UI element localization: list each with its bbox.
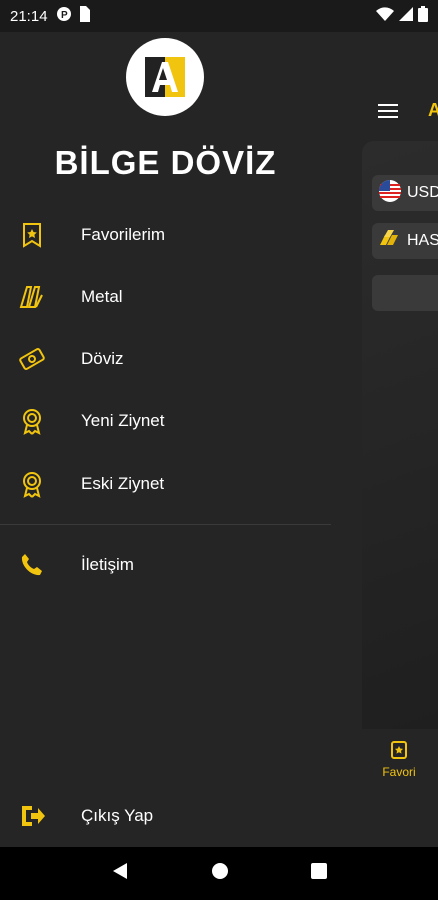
logout-icon: [18, 802, 46, 830]
nav-item-iletisim[interactable]: İletişim: [0, 537, 331, 593]
nav-label: Favorilerim: [81, 225, 166, 244]
banknote-icon: [18, 345, 46, 373]
divider: [0, 524, 331, 525]
app-logo: [126, 38, 204, 116]
back-button[interactable]: [111, 862, 129, 885]
tab-favori[interactable]: Favori: [378, 740, 420, 779]
chip-label: USD: [407, 184, 438, 201]
sim-card-icon: [78, 5, 90, 27]
us-flag-icon: [378, 179, 402, 208]
home-button[interactable]: [211, 862, 229, 885]
nav-item-metal[interactable]: Metal: [0, 269, 331, 325]
tab-favori-label: Favori: [382, 765, 416, 779]
notification-icon: P: [56, 6, 72, 27]
nav-item-favorilerim[interactable]: Favorilerim: [0, 207, 331, 263]
status-bar: 21:14 P: [0, 0, 438, 32]
logout-button[interactable]: Çıkış Yap: [0, 788, 331, 844]
nav-label: Yeni Ziynet: [81, 411, 165, 430]
bookmark-star-icon: [18, 221, 46, 249]
hamburger-menu-icon[interactable]: [378, 104, 398, 120]
nav-item-doviz[interactable]: Döviz: [0, 331, 331, 387]
nav-item-eski-ziynet[interactable]: Eski Ziynet: [0, 456, 331, 512]
wifi-icon: [376, 6, 394, 26]
svg-text:P: P: [61, 10, 68, 21]
app-title-fragment: A: [428, 100, 438, 120]
nav-label: Eski Ziynet: [81, 474, 165, 493]
nav-label: Metal: [81, 287, 123, 306]
currency-chip-has[interactable]: HAS: [372, 223, 438, 259]
system-navigation-bar: [0, 847, 438, 900]
recents-button[interactable]: [311, 863, 327, 884]
navigation-drawer: BİLGE DÖVİZ Favorilerim Metal Döviz Yeni…: [0, 32, 331, 847]
battery-icon: [418, 5, 428, 27]
phone-icon: [18, 551, 46, 579]
chip-label: HAS: [407, 232, 438, 249]
bookmark-star-icon: [389, 740, 409, 763]
status-time: 21:14: [10, 7, 48, 25]
award-medal-icon: [18, 470, 46, 498]
nav-label: İletişim: [81, 555, 134, 574]
empty-row: [372, 275, 438, 311]
signal-icon: [399, 6, 413, 26]
award-medal-icon: [18, 407, 46, 435]
brand-title: BİLGE DÖVİZ: [54, 144, 277, 181]
gold-bars-icon: [378, 227, 402, 256]
logout-label: Çıkış Yap: [81, 806, 154, 825]
nav-item-yeni-ziynet[interactable]: Yeni Ziynet: [0, 393, 331, 449]
nav-label: Döviz: [81, 349, 124, 368]
gold-bars-icon: [18, 283, 46, 311]
currency-chip-usd[interactable]: USD: [372, 175, 438, 211]
